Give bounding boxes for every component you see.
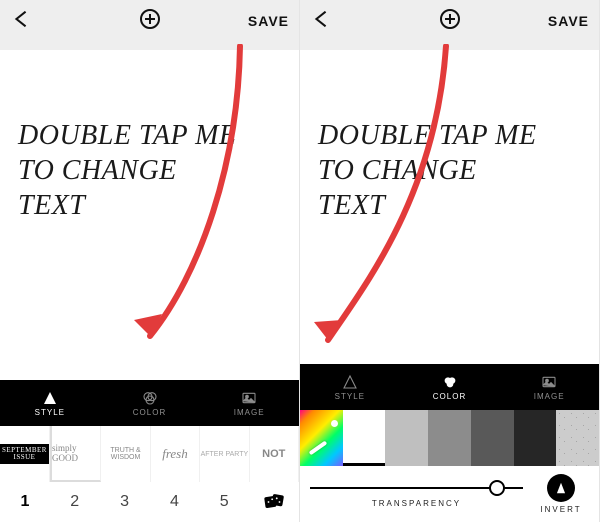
color-swatch-white[interactable] [343,410,386,466]
color-swatch-gray-3[interactable] [471,410,514,466]
add-button[interactable] [138,7,162,36]
slider-knob[interactable] [489,480,505,496]
tab-image[interactable]: IMAGE [199,380,299,426]
page-5[interactable]: 5 [199,493,249,511]
left-screen: SAVE DOUBLE TAP ME TO CHANGE TEXT STYLE … [0,0,300,522]
placeholder-line: TO CHANGE [18,153,281,188]
invert-button[interactable] [547,474,575,502]
top-bar: SAVE [300,0,599,42]
right-screen: SAVE DOUBLE TAP ME TO CHANGE TEXT STYLE … [300,0,600,522]
tab-bar: STYLE COLOR IMAGE [300,364,599,410]
tab-label: IMAGE [534,392,565,401]
canvas[interactable]: DOUBLE TAP ME TO CHANGE TEXT [0,50,299,380]
placeholder-line: DOUBLE TAP ME [18,118,281,153]
page-1[interactable]: 1 [0,493,50,511]
tab-color[interactable]: COLOR [100,380,200,426]
tab-label: STYLE [35,408,65,417]
transparency-control: TRANSPARENCY [310,480,523,508]
invert-control: INVERT [533,474,589,514]
style-thumb-not[interactable]: NOT [250,426,299,482]
style-strip: SEPTEMBERISSUE simply GOOD TRUTH & WISDO… [0,426,299,482]
page-4[interactable]: 4 [149,493,199,511]
transparency-slider[interactable] [310,480,523,496]
color-swatch-gray-2[interactable] [428,410,471,466]
page-3[interactable]: 3 [100,493,150,511]
placeholder-text[interactable]: DOUBLE TAP ME TO CHANGE TEXT [318,118,581,223]
style-thumb-truth-wisdom[interactable]: TRUTH & WISDOM [101,426,150,482]
back-button[interactable] [310,8,332,35]
style-thumb-september-issue[interactable]: SEPTEMBERISSUE [0,426,50,482]
style-thumb-fresh[interactable]: fresh [151,426,200,482]
transparency-label: TRANSPARENCY [372,499,461,508]
tab-label: COLOR [433,392,466,401]
save-button[interactable]: SAVE [248,13,289,29]
color-swatch-gray-1[interactable] [385,410,428,466]
style-thumb-simply-good[interactable]: simply GOOD [50,426,101,482]
tab-label: COLOR [133,408,166,417]
color-swatch-gray-4[interactable] [514,410,557,466]
add-button[interactable] [438,7,462,36]
shuffle-dice-button[interactable] [249,491,299,513]
page-2[interactable]: 2 [50,493,100,511]
invert-label: INVERT [540,505,581,514]
tab-label: IMAGE [234,408,265,417]
placeholder-line: DOUBLE TAP ME [318,118,581,153]
page-row: 1 2 3 4 5 [0,482,299,522]
back-button[interactable] [10,8,32,35]
style-thumb-after-party[interactable]: AFTER PARTY [200,426,249,482]
tab-color[interactable]: COLOR [400,364,500,410]
tab-bar: STYLE COLOR IMAGE [0,380,299,426]
tab-label: STYLE [335,392,365,401]
placeholder-line: TEXT [18,188,281,223]
placeholder-text[interactable]: DOUBLE TAP ME TO CHANGE TEXT [18,118,281,223]
color-swatch-rainbow-picker[interactable] [300,410,343,466]
placeholder-line: TO CHANGE [318,153,581,188]
color-swatch-pattern[interactable] [556,410,599,466]
tab-style[interactable]: STYLE [0,380,100,426]
color-strip [300,410,599,466]
save-button[interactable]: SAVE [548,13,589,29]
bottom-row: TRANSPARENCY INVERT [300,466,599,522]
top-bar: SAVE [0,0,299,42]
tab-style[interactable]: STYLE [300,364,400,410]
placeholder-line: TEXT [318,188,581,223]
canvas[interactable]: DOUBLE TAP ME TO CHANGE TEXT [300,50,599,364]
tab-image[interactable]: IMAGE [499,364,599,410]
